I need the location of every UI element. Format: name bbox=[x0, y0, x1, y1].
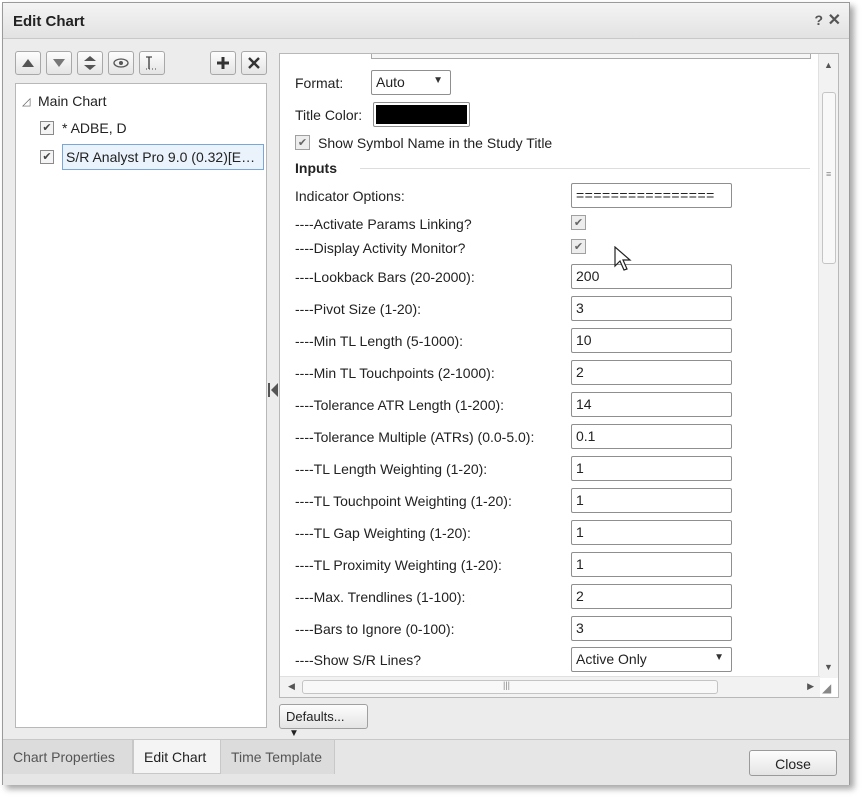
input-label: ----TL Proximity Weighting (1-20): bbox=[295, 557, 502, 573]
show-symbol-checkbox[interactable]: ✔ bbox=[295, 135, 310, 150]
input-label: ----Lookback Bars (20-2000): bbox=[295, 269, 475, 285]
dropdown-arrow-icon: ▼ bbox=[289, 728, 299, 739]
title-color-label: Title Color: bbox=[295, 107, 363, 123]
input-field[interactable]: 1 bbox=[571, 552, 732, 577]
defaults-button-label: Defaults... bbox=[286, 709, 345, 724]
collapse-panel-icon[interactable] bbox=[268, 383, 278, 400]
move-down-icon[interactable] bbox=[46, 51, 72, 75]
close-icon[interactable]: ✕ bbox=[828, 10, 841, 30]
scroll-up-icon[interactable]: ▲ bbox=[824, 60, 833, 70]
dropdown-arrow-icon: ▼ bbox=[433, 75, 443, 86]
tree-item-checkbox[interactable]: ✔ bbox=[40, 150, 54, 164]
tab-chart-properties[interactable]: Chart Properties bbox=[3, 740, 133, 774]
tree-toolbar bbox=[15, 51, 267, 77]
input-label: ----Min TL Touchpoints (2-1000): bbox=[295, 365, 495, 381]
input-field[interactable]: 3 bbox=[571, 616, 732, 641]
indicator-options-field[interactable]: ================ bbox=[571, 183, 732, 208]
input-label: ----TL Gap Weighting (1-20): bbox=[295, 525, 471, 541]
text-cursor-icon[interactable] bbox=[139, 51, 165, 75]
tab-time-template[interactable]: Time Template bbox=[221, 740, 335, 774]
activate-params-checkbox[interactable]: ✔ bbox=[571, 215, 586, 230]
display-monitor-checkbox[interactable]: ✔ bbox=[571, 239, 586, 254]
eye-icon[interactable] bbox=[108, 51, 134, 75]
input-field[interactable]: 2 bbox=[571, 584, 732, 609]
format-value: Auto bbox=[376, 74, 405, 90]
move-updown-icon[interactable] bbox=[77, 51, 103, 75]
horizontal-scrollbar[interactable]: ◀ ||| ▶ bbox=[280, 676, 820, 697]
input-label: ----Pivot Size (1-20): bbox=[295, 301, 422, 317]
show-sr-value: Active Only bbox=[576, 651, 647, 667]
scroll-left-icon[interactable]: ◀ bbox=[288, 681, 295, 692]
input-field[interactable]: 10 bbox=[571, 328, 732, 353]
dropdown-arrow-icon: ▼ bbox=[714, 652, 724, 663]
section-divider bbox=[360, 168, 810, 169]
tree-root-main-chart[interactable]: ◿ Main Chart bbox=[22, 93, 106, 109]
study-tree: ◿ Main Chart ✔ * ADBE, D ✔ S/R Analyst P… bbox=[15, 83, 267, 728]
edit-chart-dialog: Edit Chart ? ✕ ◿ Main Chart ✔ * ADBE, D … bbox=[2, 2, 850, 785]
input-label: ----TL Length Weighting (1-20): bbox=[295, 461, 488, 477]
move-up-icon[interactable] bbox=[15, 51, 41, 75]
scroll-right-icon[interactable]: ▶ bbox=[807, 681, 814, 692]
activate-params-label: ----Activate Params Linking? bbox=[295, 216, 472, 232]
display-monitor-label: ----Display Activity Monitor? bbox=[295, 240, 466, 256]
horizontal-scroll-thumb[interactable]: ||| bbox=[302, 680, 718, 694]
input-field[interactable]: 14 bbox=[571, 392, 732, 417]
input-label: ----TL Touchpoint Weighting (1-20): bbox=[295, 493, 512, 509]
input-label: ----Max. Trendlines (1-100): bbox=[295, 589, 466, 605]
input-field[interactable]: 1 bbox=[571, 520, 732, 545]
input-label: ----Tolerance ATR Length (1-200): bbox=[295, 397, 505, 413]
input-field[interactable]: 1 bbox=[571, 488, 732, 513]
dialog-title: Edit Chart bbox=[13, 13, 85, 30]
indicator-options-label: Indicator Options: bbox=[295, 188, 405, 204]
input-label: ----Tolerance Multiple (ATRs) (0.0-5.0): bbox=[295, 429, 535, 445]
input-field[interactable]: 3 bbox=[571, 296, 732, 321]
input-field[interactable]: 200 bbox=[571, 264, 732, 289]
format-select[interactable]: Auto ▼ bbox=[371, 70, 451, 95]
inputs-section-header: Inputs bbox=[295, 160, 337, 176]
truncated-field bbox=[371, 54, 811, 59]
title-color-picker[interactable] bbox=[373, 102, 470, 127]
color-swatch-fill bbox=[376, 105, 467, 124]
properties-panel: Format: Auto ▼ Title Color: ✔ Show Symbo… bbox=[279, 53, 839, 698]
tree-item-label: S/R Analyst Pro 9.0 (0.32)[Expi... bbox=[62, 144, 264, 170]
tree-root-label: Main Chart bbox=[38, 93, 107, 109]
show-symbol-label: Show Symbol Name in the Study Title bbox=[318, 135, 553, 151]
input-field[interactable]: 1 bbox=[571, 456, 732, 481]
help-icon[interactable]: ? bbox=[814, 12, 823, 28]
input-label: ----Bars to Ignore (0-100): bbox=[295, 621, 455, 637]
show-sr-select[interactable]: Active Only ▼ bbox=[571, 647, 732, 672]
bottom-bar: Chart Properties Edit Chart Time Templat… bbox=[3, 739, 849, 785]
add-icon[interactable] bbox=[210, 51, 236, 75]
tab-edit-chart[interactable]: Edit Chart bbox=[133, 740, 221, 774]
show-sr-label: ----Show S/R Lines? bbox=[295, 652, 422, 668]
tree-item-adbe[interactable]: ✔ * ADBE, D bbox=[40, 120, 127, 136]
input-field[interactable]: 0.1 bbox=[571, 424, 732, 449]
close-button[interactable]: Close bbox=[749, 750, 837, 776]
vertical-scrollbar[interactable]: ▲ ≡ ▼ bbox=[818, 54, 838, 678]
tree-item-sr-analyst[interactable]: ✔ S/R Analyst Pro 9.0 (0.32)[Expi... bbox=[40, 144, 264, 170]
vertical-scroll-thumb[interactable]: ≡ bbox=[822, 92, 836, 264]
tree-item-checkbox[interactable]: ✔ bbox=[40, 121, 54, 135]
format-label: Format: bbox=[295, 75, 344, 91]
defaults-button[interactable]: Defaults... ▼ bbox=[279, 704, 368, 739]
title-bar: Edit Chart ? ✕ bbox=[3, 3, 849, 39]
remove-icon[interactable] bbox=[241, 51, 267, 75]
resize-grip-icon[interactable]: ◢ bbox=[822, 681, 836, 695]
input-field[interactable]: 2 bbox=[571, 360, 732, 385]
mouse-cursor-icon bbox=[614, 246, 632, 271]
tree-item-label: * ADBE, D bbox=[62, 120, 127, 136]
input-label: ----Min TL Length (5-1000): bbox=[295, 333, 464, 349]
collapse-triangle-icon[interactable]: ◿ bbox=[22, 95, 38, 108]
scroll-down-icon[interactable]: ▼ bbox=[824, 662, 833, 672]
